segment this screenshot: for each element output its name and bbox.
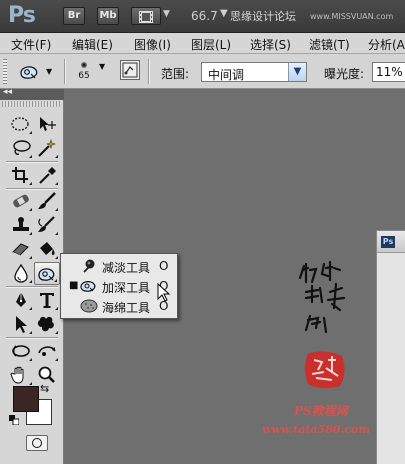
menu-analysis[interactable]: 分析(A): [368, 36, 405, 53]
brush-caret-icon: ▼: [99, 62, 106, 71]
swap-colors-icon[interactable]: ⇆: [40, 382, 49, 395]
eraser-tool[interactable]: [8, 238, 34, 261]
view-extras-button[interactable]: [131, 7, 161, 25]
tools-separator: [6, 286, 58, 288]
pen-tool[interactable]: [8, 289, 34, 312]
quick-selection-tool[interactable]: [34, 137, 60, 160]
watermark-brand: PS教程网: [294, 404, 348, 418]
exposure-label: 曝光度:: [324, 67, 365, 81]
menu-layer[interactable]: 图层(L): [191, 36, 231, 53]
flyout-shortcut: O: [159, 259, 169, 273]
calligraphy-signature-icon: [298, 260, 346, 334]
zoom-caret-icon[interactable]: ▼: [220, 8, 228, 19]
menu-select[interactable]: 选择(S): [250, 36, 291, 53]
view-extras-caret-icon[interactable]: ▼: [163, 9, 170, 19]
red-seal-stamp-icon: [305, 351, 345, 389]
menu-image[interactable]: 图像(I): [134, 36, 171, 53]
brush-tip-icon: [81, 62, 87, 68]
foreground-color-swatch[interactable]: [13, 386, 39, 412]
tool-preset-picker[interactable]: ▼: [16, 59, 58, 85]
custom-shape-tool[interactable]: [34, 313, 60, 336]
zoom-level[interactable]: 66.7: [191, 9, 218, 23]
options-separator: [64, 59, 66, 84]
document-ps-icon: Ps: [381, 236, 395, 248]
3d-orbit-tool[interactable]: [34, 340, 60, 363]
burn-tool-active[interactable]: [34, 262, 60, 285]
hand-tool[interactable]: [8, 364, 34, 387]
photoshop-logo: Ps: [8, 3, 36, 28]
options-bar-grip[interactable]: [3, 59, 7, 84]
document-window[interactable]: Ps: [376, 230, 405, 464]
type-tool[interactable]: [34, 289, 60, 312]
tools-panel-header[interactable]: ◂◂: [0, 87, 64, 100]
chevron-down-icon[interactable]: ▼: [288, 63, 306, 81]
tools-panel: ◂◂ ⇆: [0, 87, 64, 464]
burn-icon: [80, 281, 96, 292]
mouse-cursor-icon: [157, 283, 171, 302]
path-selection-tool[interactable]: [8, 313, 34, 336]
launch-bridge-button[interactable]: Br: [63, 7, 85, 25]
lasso-tool[interactable]: [8, 137, 34, 160]
clone-stamp-tool[interactable]: [8, 214, 34, 237]
paint-bucket-tool[interactable]: [34, 238, 60, 261]
watermark-url: www.tata580.com: [262, 423, 371, 436]
range-select[interactable]: 中间调 ▼: [201, 62, 307, 82]
flyout-item-label: 海绵工具: [102, 301, 151, 315]
blur-tool[interactable]: [8, 262, 34, 285]
history-brush-tool[interactable]: [34, 214, 60, 237]
document-tab[interactable]: Ps: [377, 231, 405, 253]
selected-bullet-icon: ■: [69, 280, 79, 291]
move-tool[interactable]: [34, 113, 60, 136]
tool-preset-caret-icon: ▼: [46, 67, 53, 76]
options-bar: ▼ ▼ 65 范围: 中间调 ▼ 曝光度: 11%: [0, 54, 405, 89]
dodge-icon: [83, 259, 95, 273]
application-bar: Ps Br Mb ▼ 66.7 ▼ 思缘设计论坛 www.MISSVUAN.co…: [0, 0, 405, 33]
rectangular-marquee-tool[interactable]: [8, 113, 34, 136]
tools-separator: [6, 337, 58, 339]
move-icon: [40, 117, 56, 131]
spot-healing-brush-tool[interactable]: [8, 190, 34, 213]
menu-bar: 文件(F) 编辑(E) 图像(I) 图层(L) 选择(S) 滤镜(T) 分析(A…: [0, 33, 405, 54]
menu-filter[interactable]: 滤镜(T): [309, 36, 350, 53]
launch-minibridge-button[interactable]: Mb: [97, 7, 119, 25]
film-strip-icon: [139, 11, 153, 23]
range-select-value: 中间调: [208, 68, 245, 82]
quick-mask-button[interactable]: [26, 435, 48, 451]
menu-edit[interactable]: 编辑(E): [72, 36, 113, 53]
3d-rotate-tool[interactable]: [8, 340, 34, 363]
watermark-site-name: 思缘设计论坛: [230, 10, 296, 23]
range-label: 范围:: [161, 67, 190, 81]
exposure-input[interactable]: 11%: [372, 62, 405, 82]
brush-tool[interactable]: [34, 190, 60, 213]
brush-panel-icon: [122, 62, 138, 78]
brush-size: 65: [78, 71, 90, 81]
crop-tool[interactable]: [8, 164, 34, 187]
flyout-item-label: 减淡工具: [102, 261, 151, 275]
tools-separator: [6, 161, 58, 163]
burn-tool-icon: [20, 66, 38, 79]
flyout-item-dodge[interactable]: 减淡工具 O: [61, 256, 177, 276]
options-separator: [148, 59, 150, 84]
default-colors-icon[interactable]: [9, 415, 19, 425]
quick-mask-icon: [32, 438, 42, 448]
sponge-icon: [80, 299, 98, 313]
flyout-item-label: 加深工具: [102, 281, 151, 295]
tools-panel-grip[interactable]: [2, 101, 60, 107]
watermark-site-url: www.MISSVUAN.com: [310, 12, 394, 21]
toggle-brush-panel-button[interactable]: [120, 60, 140, 80]
menu-file[interactable]: 文件(F): [11, 36, 51, 53]
eyedropper-tool[interactable]: [34, 164, 60, 187]
collapse-panel-icon[interactable]: ◂◂: [3, 87, 12, 97]
